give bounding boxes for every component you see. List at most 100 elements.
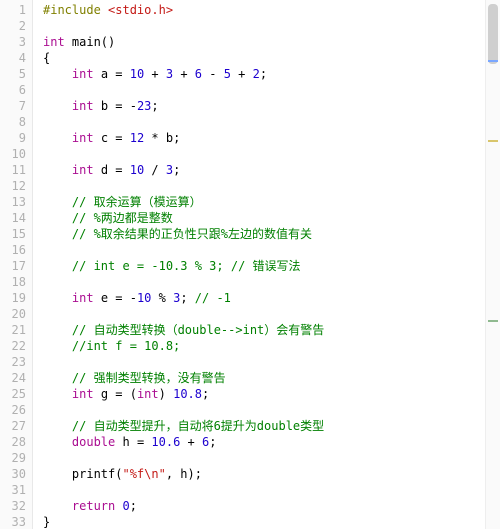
- token-num: 10.8: [173, 387, 202, 401]
- token-kw: double: [72, 435, 115, 449]
- token-com: // 强制类型转换，没有警告: [72, 371, 226, 385]
- line-number: 24: [4, 370, 26, 386]
- code-line: [43, 146, 500, 162]
- line-number: 18: [4, 274, 26, 290]
- code-line: #include <stdio.h>: [43, 2, 500, 18]
- token-text: h =: [115, 435, 151, 449]
- token-num: 10: [137, 291, 151, 305]
- token-num: 3: [166, 67, 173, 81]
- token-kw: int: [72, 131, 94, 145]
- token-text: [43, 131, 72, 145]
- code-line: int e = -10 % 3; // -1: [43, 290, 500, 306]
- token-text: +: [173, 67, 195, 81]
- scrollbar-marker: [488, 140, 498, 142]
- line-number: 2: [4, 18, 26, 34]
- token-com: // -1: [195, 291, 231, 305]
- token-num: 10.6: [151, 435, 180, 449]
- code-line: printf("%f\n", h);: [43, 466, 500, 482]
- code-line: [43, 114, 500, 130]
- token-text: [43, 387, 72, 401]
- token-com: // int e = -10.3 % 3; // 错误写法: [72, 259, 301, 273]
- token-text: ;: [173, 163, 180, 177]
- line-number: 17: [4, 258, 26, 274]
- line-number: 1: [4, 2, 26, 18]
- code-line: // 取余运算（模运算）: [43, 194, 500, 210]
- token-com: // %两边都是整数: [72, 211, 173, 225]
- line-number: 9: [4, 130, 26, 146]
- token-kw: int: [137, 387, 159, 401]
- vertical-scrollbar[interactable]: [485, 0, 500, 529]
- code-line: // int e = -10.3 % 3; // 错误写法: [43, 258, 500, 274]
- token-text: [43, 291, 72, 305]
- code-line: [43, 402, 500, 418]
- scrollbar-thumb[interactable]: [488, 4, 498, 64]
- token-text: * b;: [144, 131, 180, 145]
- code-line: double h = 10.6 + 6;: [43, 434, 500, 450]
- token-text: main(): [65, 35, 116, 49]
- line-number: 29: [4, 450, 26, 466]
- token-num: 3: [166, 163, 173, 177]
- line-number: 15: [4, 226, 26, 242]
- token-text: [43, 499, 72, 513]
- token-text: [43, 195, 72, 209]
- line-number: 27: [4, 418, 26, 434]
- token-text: ): [159, 387, 173, 401]
- code-line: [43, 354, 500, 370]
- line-number: 14: [4, 210, 26, 226]
- token-text: [43, 163, 72, 177]
- token-text: ;: [180, 291, 194, 305]
- token-text: [43, 99, 72, 113]
- token-text: [43, 435, 72, 449]
- code-line: [43, 482, 500, 498]
- token-text: b = -: [94, 99, 137, 113]
- line-number: 4: [4, 50, 26, 66]
- token-num: 5: [224, 67, 231, 81]
- token-text: {: [43, 51, 50, 65]
- token-com: // 取余运算（模运算）: [72, 195, 202, 209]
- line-number: 32: [4, 498, 26, 514]
- token-text: [43, 211, 72, 225]
- line-number: 30: [4, 466, 26, 482]
- line-number: 23: [4, 354, 26, 370]
- token-text: a =: [94, 67, 130, 81]
- code-line: // 自动类型转换（double-->int）会有警告: [43, 322, 500, 338]
- token-text: +: [180, 435, 202, 449]
- line-number: 19: [4, 290, 26, 306]
- token-text: d =: [94, 163, 130, 177]
- token-kw: int: [72, 99, 94, 113]
- token-text: [43, 227, 72, 241]
- token-num: 2: [253, 67, 260, 81]
- line-number: 21: [4, 322, 26, 338]
- token-text: }: [43, 515, 50, 529]
- token-text: , h);: [166, 467, 202, 481]
- scrollbar-marker: [488, 60, 498, 62]
- scrollbar-marker: [488, 320, 498, 322]
- token-num: 10: [130, 163, 144, 177]
- code-line: [43, 450, 500, 466]
- code-line: [43, 18, 500, 34]
- code-line: [43, 306, 500, 322]
- token-text: ;: [151, 99, 158, 113]
- token-text: [43, 67, 72, 81]
- token-text: [43, 339, 72, 353]
- code-line: return 0;: [43, 498, 500, 514]
- code-area[interactable]: #include <stdio.h>int main(){ int a = 10…: [33, 0, 500, 529]
- token-kw: int: [72, 291, 94, 305]
- code-line: [43, 82, 500, 98]
- line-number: 11: [4, 162, 26, 178]
- token-text: ;: [209, 435, 216, 449]
- code-line: int main(): [43, 34, 500, 50]
- line-number: 12: [4, 178, 26, 194]
- line-number: 6: [4, 82, 26, 98]
- token-text: +: [144, 67, 166, 81]
- token-text: -: [202, 67, 224, 81]
- code-line: int d = 10 / 3;: [43, 162, 500, 178]
- line-number: 3: [4, 34, 26, 50]
- token-text: +: [231, 67, 253, 81]
- code-line: // 强制类型转换，没有警告: [43, 370, 500, 386]
- line-number: 33: [4, 514, 26, 530]
- code-line: //int f = 10.8;: [43, 338, 500, 354]
- code-line: // %两边都是整数: [43, 210, 500, 226]
- token-text: %: [151, 291, 173, 305]
- token-text: ;: [260, 67, 267, 81]
